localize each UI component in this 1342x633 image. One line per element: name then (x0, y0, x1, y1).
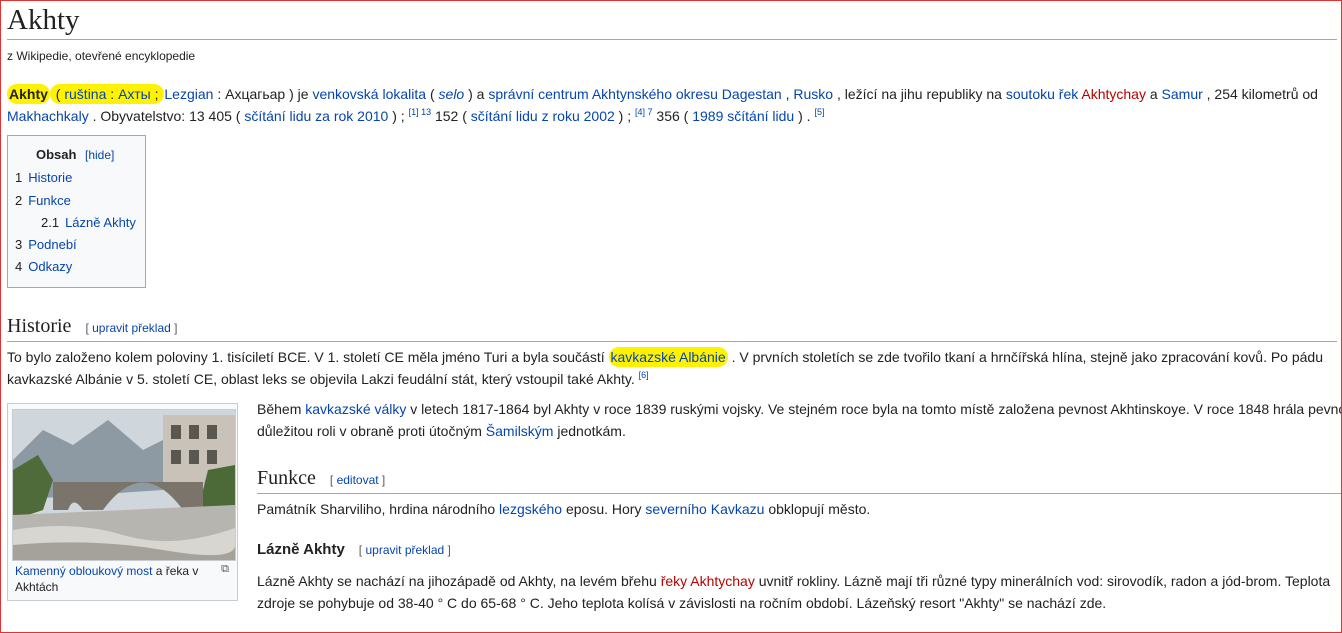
bridge-photo[interactable] (12, 409, 236, 561)
link-admin-center[interactable]: správní centrum Akhtynského okresu Dages… (488, 86, 781, 102)
link-makhachkala[interactable]: Makhachkaly (7, 108, 89, 124)
lazne-line-1: Lázně Akhty se nachází na jihozápadě od … (257, 573, 1331, 589)
toc-hide-toggle[interactable]: [hide] (85, 148, 114, 162)
historie-para-2-line-2: důležitou roli v obraně proti útočným Ša… (257, 423, 626, 439)
page-title: Akhty (7, 1, 1337, 40)
link-russia[interactable]: Rusko (793, 86, 833, 102)
link-samur[interactable]: Samur (1162, 86, 1203, 102)
ref-5[interactable]: [5] (814, 107, 824, 117)
edit-section-lazne[interactable]: [ upravit překlad ] (359, 543, 451, 557)
link-caucasian-albania[interactable]: kavkazské Albánie (608, 347, 728, 367)
article-subject: Akhty (7, 84, 50, 104)
thumb-caption: Kamenný obloukový most a řeka v Akhtách (15, 564, 199, 594)
link-census-2002[interactable]: sčítání lidu z roku 2002 (471, 108, 615, 124)
link-stone-bridge[interactable]: Kamenný obloukový most (15, 564, 152, 578)
tagline: z Wikipedie, otevřené encyklopedie (7, 49, 196, 63)
funkce-para: Památník Sharviliho, hrdina národního le… (257, 501, 871, 517)
link-north-caucasus[interactable]: severního Kavkazu (645, 501, 764, 517)
link-lezgian-epic[interactable]: lezgského (499, 501, 562, 517)
heading-lazne-akhty: Lázně Akhty[ upravit překlad ] (257, 541, 451, 558)
historie-para-2-line-1: Během kavkazské války v letech 1817-1864… (257, 401, 1341, 417)
ref-6[interactable]: [6] (639, 370, 649, 380)
table-of-contents: Obsah [hide] 1 Historie 2 Funkce 2.1 Lázně … (7, 135, 146, 288)
toc-item-odkazy[interactable]: 4 Odkazy (15, 259, 72, 274)
thumbnail: Kamenný obloukový most a řeka v Akhtách … (7, 403, 238, 601)
ref-1[interactable]: [1] 13 (409, 107, 432, 117)
toc-item-historie[interactable]: 1 Historie (15, 170, 72, 185)
link-akhtychay-river[interactable]: řeky Akhtychay (661, 573, 755, 589)
toc-title: Obsah (36, 147, 77, 162)
link-russian[interactable]: ruština (64, 86, 106, 102)
magnify-icon[interactable]: ⧉ (221, 563, 229, 576)
link-shamil[interactable]: Šamilským (486, 423, 554, 439)
link-russian-name[interactable]: Ахты (118, 86, 151, 102)
toc-item-lazne-akhty[interactable]: 2.1 Lázně Akhty (41, 215, 136, 230)
link-census-1989[interactable]: 1989 sčítání lidu (692, 108, 794, 124)
heading-funkce: Funkce[ editovat ] (257, 465, 1341, 494)
edit-section-funkce[interactable]: [ editovat ] (330, 473, 385, 487)
link-lezgian[interactable]: Lezgian (164, 86, 213, 102)
edit-section-historie[interactable]: [ upravit překlad ] (85, 321, 177, 335)
link-akhtychay[interactable]: Akhtychay (1081, 86, 1146, 102)
link-selo[interactable]: selo (439, 86, 465, 102)
ref-4[interactable]: [4] 7 (635, 107, 653, 117)
toc-item-funkce[interactable]: 2 Funkce (15, 193, 71, 208)
toc-item-podnebi[interactable]: 3 Podnebí (15, 237, 77, 252)
link-confluence[interactable]: soutoku řek (1006, 86, 1078, 102)
heading-historie: Historie[ upravit překlad ] (7, 313, 1337, 342)
link-caucasian-war[interactable]: kavkazské války (305, 401, 406, 417)
historie-line-2: kavkazské Albánie v 5. století CE, oblas… (7, 370, 649, 388)
intro-line-2: Makhachkaly . Obyvatelstvo: 13 405 ( sčí… (7, 107, 825, 125)
lazne-line-2: zdroje se pohybuje od 38-40 ° C do 65-68… (257, 595, 1107, 611)
historie-line-1: To bylo založeno kolem poloviny 1. tisíc… (7, 347, 1324, 367)
link-census-2010[interactable]: sčítání lidu za rok 2010 (244, 108, 388, 124)
intro-line-1: Akhty ( ruština : Ахты ; Lezgian : Ахцаг… (7, 84, 1318, 104)
link-rural-locality[interactable]: venkovská lokalita (312, 86, 426, 102)
